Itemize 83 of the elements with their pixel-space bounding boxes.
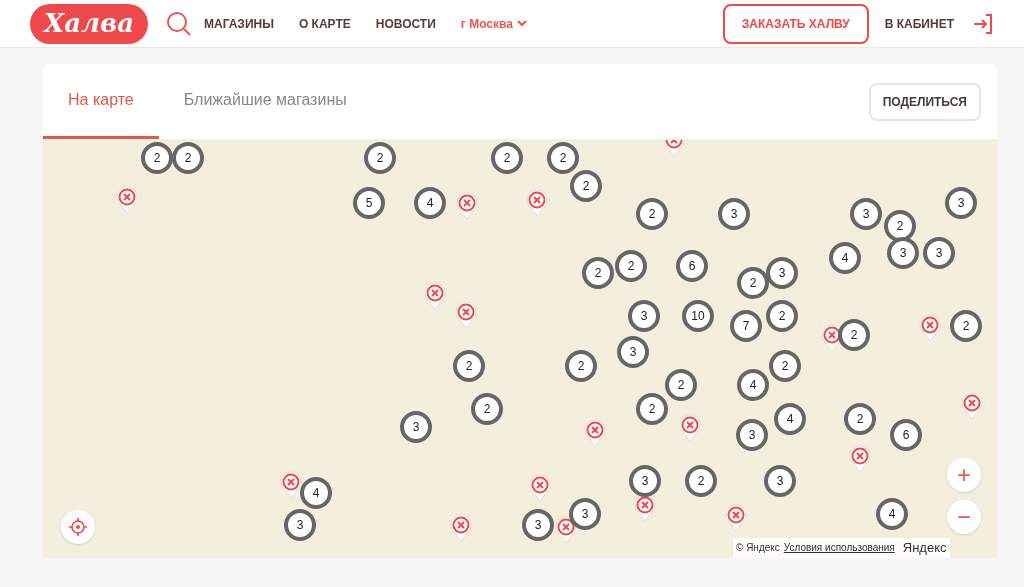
store-cluster[interactable]: 6 [890,419,922,451]
crosshair-icon [69,518,87,536]
provider-logo[interactable]: Яндекс [902,538,947,558]
search-icon[interactable] [166,10,192,37]
order-button[interactable]: ЗАКАЗАТЬ ХАЛВУ [722,3,869,44]
tab[interactable]: Ближайшие магазины [158,64,372,139]
store-cluster[interactable]: 3 [569,498,601,530]
store-pin-icon[interactable] [584,419,606,447]
nav-link[interactable]: НОВОСТИ [375,14,436,33]
store-cluster[interactable]: 5 [353,187,385,219]
chevron-down-icon [516,20,527,27]
copyright-text: © Яндекс [736,541,780,556]
store-cluster[interactable]: 3 [945,187,977,219]
map-placeholder[interactable]: 2 2 2 2 2 2 5 4 3 2 3 3 2 4 3 3 2 6 2 3 2 3 10 2 7 2 2 3 2 2 2 2 4 2 2 4 2 3 3 6 3 2 3 4 3 4 3 3 + − © Яндекс Условия использования Яндекс [43,140,997,558]
store-cluster[interactable]: 2 [685,465,717,497]
store-pin-icon[interactable] [526,189,548,217]
store-pin-icon[interactable] [849,445,871,473]
city-selector[interactable]: г Москва [460,14,527,33]
store-cluster[interactable]: 2 [364,142,396,174]
store-pin-icon[interactable] [280,471,302,499]
store-pin-icon[interactable] [634,494,656,522]
store-cluster[interactable]: 4 [774,403,806,435]
store-cluster[interactable]: 3 [887,237,919,269]
store-pin-icon[interactable] [456,192,478,220]
store-cluster[interactable]: 3 [617,336,649,368]
login-icon[interactable] [972,12,994,35]
store-cluster[interactable]: 2 [547,142,579,174]
store-cluster[interactable]: 3 [400,411,432,443]
store-pin-icon[interactable] [455,301,477,329]
store-cluster[interactable]: 2 [950,310,982,342]
store-cluster[interactable]: 2 [453,350,485,382]
store-cluster[interactable]: 2 [615,250,647,282]
store-cluster[interactable]: 2 [471,393,503,425]
store-cluster[interactable]: 2 [491,142,523,174]
store-pin-icon[interactable] [450,514,472,542]
store-cluster[interactable]: 3 [850,198,882,230]
store-cluster[interactable]: 3 [284,509,316,541]
store-pin-icon[interactable] [116,186,138,214]
store-pin-icon[interactable] [919,314,941,342]
store-cluster[interactable]: 2 [884,210,916,242]
store-cluster[interactable]: 2 [665,369,697,401]
logo[interactable]: Халва [30,3,148,44]
store-cluster[interactable]: 2 [141,142,173,174]
store-cluster[interactable]: 2 [636,393,668,425]
store-cluster[interactable]: 3 [718,198,750,230]
store-cluster[interactable]: 2 [570,170,602,202]
store-cluster[interactable]: 4 [829,242,861,274]
zoom-out-button[interactable]: − [947,500,981,534]
store-cluster[interactable]: 2 [838,319,870,351]
store-cluster[interactable]: 7 [730,310,762,342]
store-cluster[interactable]: 2 [172,142,204,174]
store-cluster[interactable]: 3 [522,509,554,541]
store-cluster[interactable]: 6 [676,250,708,282]
cabinet-link[interactable]: В КАБИНЕТ [884,14,954,33]
store-pin-icon[interactable] [424,282,446,310]
nav-link[interactable]: О КАРТЕ [298,14,351,33]
store-pin-icon[interactable] [529,474,551,502]
store-cluster[interactable]: 10 [682,300,714,332]
store-cluster[interactable]: 3 [766,257,798,289]
store-cluster[interactable]: 2 [582,257,614,289]
store-cluster[interactable]: 3 [764,465,796,497]
store-cluster[interactable]: 4 [876,498,908,530]
store-cluster[interactable]: 2 [766,300,798,332]
store-cluster[interactable]: 4 [737,369,769,401]
terms-link[interactable]: Условия использования [783,540,895,556]
store-cluster[interactable]: 3 [736,419,768,451]
store-cluster[interactable]: 2 [844,403,876,435]
store-cluster[interactable]: 2 [737,267,769,299]
nav-link[interactable]: МАГАЗИНЫ [204,14,274,33]
zoom-in-button[interactable]: + [947,458,981,492]
store-pin-icon[interactable] [679,414,701,442]
store-cluster[interactable]: 3 [629,465,661,497]
store-cluster[interactable]: 2 [636,198,668,230]
store-pin-icon[interactable] [725,504,747,532]
store-cluster[interactable]: 3 [923,237,955,269]
store-pin-icon[interactable] [961,392,983,420]
store-cluster[interactable]: 2 [769,350,801,382]
store-cluster[interactable]: 4 [300,477,332,509]
share-button[interactable]: ПОДЕЛИТЬСЯ [868,82,981,121]
store-cluster[interactable]: 4 [414,187,446,219]
store-cluster[interactable]: 3 [628,300,660,332]
locate-button[interactable] [61,510,95,544]
store-cluster[interactable]: 2 [565,350,597,382]
